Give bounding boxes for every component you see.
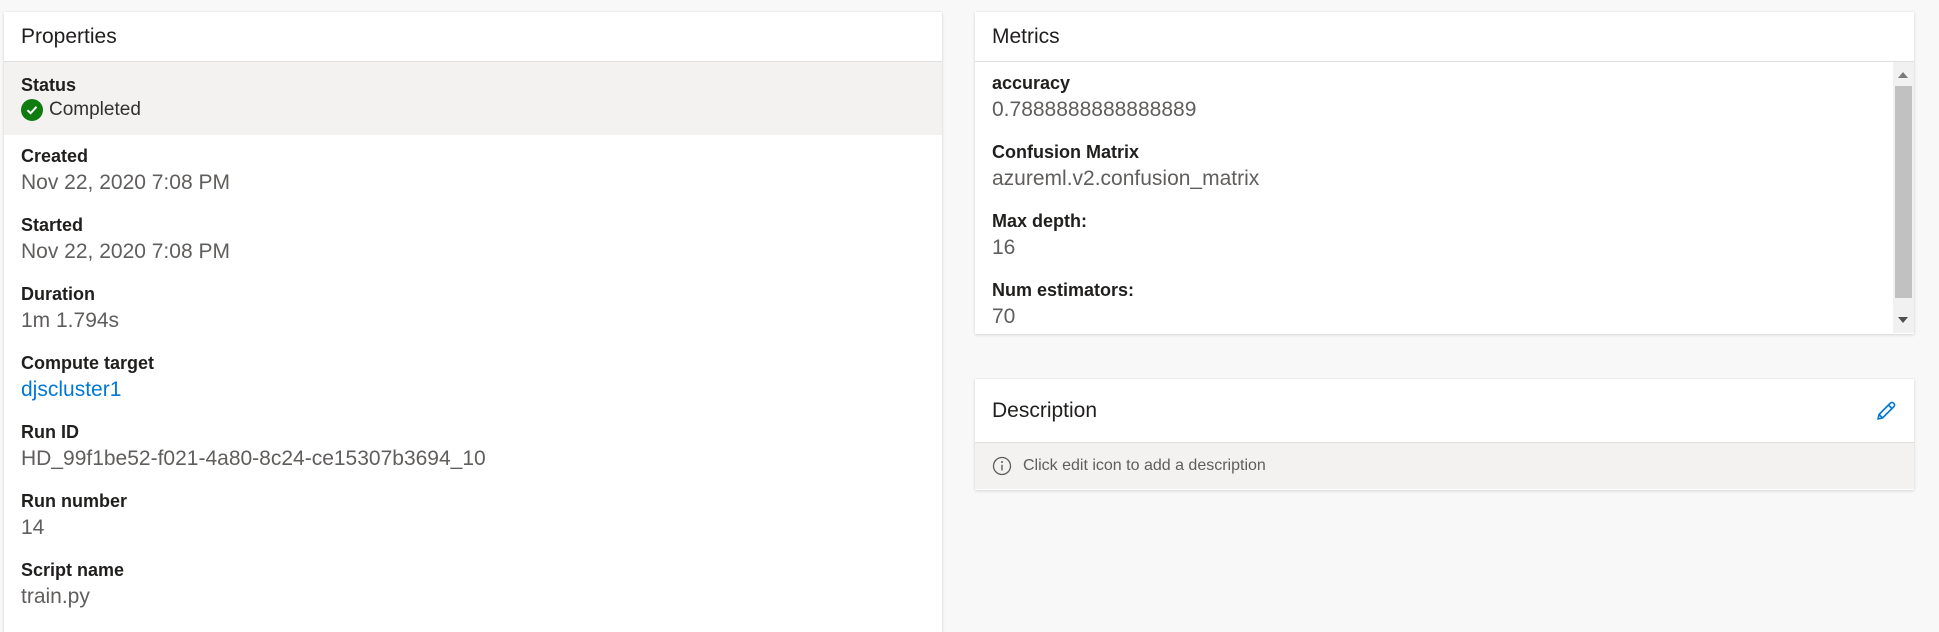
metric-item: Num estimators: 70 — [975, 269, 1914, 333]
script-name-value: train.py — [21, 585, 90, 608]
metric-value: 70 — [992, 305, 1016, 328]
description-panel: Description Click edit icon to add a des… — [975, 379, 1914, 490]
run-id-label: Run ID — [21, 422, 79, 442]
description-header: Description — [975, 379, 1914, 443]
property-compute-target: Compute target djscluster1 — [4, 342, 942, 411]
metrics-panel: Metrics accuracy 0.7888888888888889 Conf… — [975, 12, 1914, 334]
metrics-scrollbar[interactable] — [1893, 62, 1914, 333]
metric-item: Confusion Matrix azureml.v2.confusion_ma… — [975, 131, 1914, 200]
compute-target-label: Compute target — [21, 353, 155, 373]
status-label: Status — [21, 75, 77, 95]
pencil-icon — [1877, 401, 1896, 420]
check-circle-icon — [21, 99, 43, 121]
description-placeholder-bar: Click edit icon to add a description — [975, 443, 1914, 489]
property-duration: Duration 1m 1.794s — [4, 273, 942, 342]
property-created: Created Nov 22, 2020 7:08 PM — [4, 135, 942, 204]
metrics-title: Metrics — [975, 12, 1914, 62]
scroll-thumb[interactable] — [1895, 86, 1912, 298]
edit-description-button[interactable] — [1874, 399, 1898, 423]
metric-label: Max depth: — [992, 211, 1088, 231]
scroll-down-icon[interactable] — [1898, 317, 1908, 323]
scroll-up-icon[interactable] — [1898, 72, 1908, 78]
properties-title: Properties — [4, 12, 942, 62]
property-run-number: Run number 14 — [4, 480, 942, 549]
metric-value: 16 — [992, 236, 1016, 259]
metric-value: azureml.v2.confusion_matrix — [992, 167, 1260, 190]
properties-panel: Properties Status Completed Created Nov … — [4, 12, 942, 632]
property-script-name: Script name train.py — [4, 549, 942, 618]
compute-target-link[interactable]: djscluster1 — [21, 376, 925, 404]
created-value: Nov 22, 2020 7:08 PM — [21, 171, 230, 194]
metric-label: accuracy — [992, 73, 1071, 93]
metric-label: Confusion Matrix — [992, 142, 1139, 162]
metric-item: Max depth: 16 — [975, 200, 1914, 269]
status-value: Completed — [21, 99, 925, 121]
description-title: Description — [992, 398, 1098, 422]
created-label: Created — [21, 146, 89, 166]
script-name-label: Script name — [21, 560, 125, 580]
run-number-value: 14 — [21, 516, 45, 539]
started-value: Nov 22, 2020 7:08 PM — [21, 240, 230, 263]
run-id-value: HD_99f1be52-f021-4a80-8c24-ce15307b3694_… — [21, 447, 486, 470]
duration-label: Duration — [21, 284, 95, 304]
duration-value: 1m 1.794s — [21, 309, 120, 332]
description-placeholder-text: Click edit icon to add a description — [1023, 457, 1266, 474]
status-text: Completed — [49, 99, 141, 120]
metrics-list[interactable]: accuracy 0.7888888888888889 Confusion Ma… — [975, 62, 1914, 333]
metric-label: Num estimators: — [992, 280, 1135, 300]
metric-value: 0.7888888888888889 — [992, 98, 1197, 121]
property-started: Started Nov 22, 2020 7:08 PM — [4, 204, 942, 273]
property-status: Status Completed — [4, 62, 942, 135]
run-number-label: Run number — [21, 491, 127, 511]
metric-item: accuracy 0.7888888888888889 — [975, 62, 1914, 131]
info-icon — [992, 456, 1012, 476]
property-run-id: Run ID HD_99f1be52-f021-4a80-8c24-ce1530… — [4, 411, 942, 480]
started-label: Started — [21, 215, 84, 235]
